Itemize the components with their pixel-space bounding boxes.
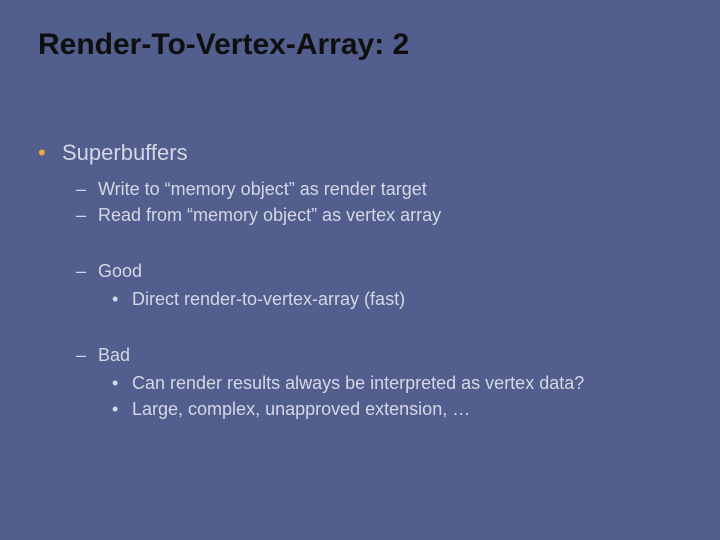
slide-body: • Superbuffers – Write to “memory object… [38, 138, 690, 432]
sub-text: Read from “memory object” as vertex arra… [98, 202, 441, 228]
slide-title: Render-To-Vertex-Array: 2 [38, 28, 409, 62]
dash-icon: – [76, 342, 88, 368]
bullet-superbuffers: • Superbuffers – Write to “memory object… [38, 138, 690, 422]
dot-icon: • [112, 286, 120, 312]
spacer [76, 312, 690, 342]
sub-text: Bad [98, 342, 130, 368]
sub-good: – Good • Direct render-to-vertex-array (… [76, 258, 690, 312]
item-text: Direct render-to-vertex-array (fast) [132, 286, 405, 312]
spacer [76, 228, 690, 258]
sub-bad: – Bad • Can render results always be int… [76, 342, 690, 422]
bullet-text: Superbuffers [62, 138, 188, 168]
sub-read: – Read from “memory object” as vertex ar… [76, 202, 690, 228]
bad-item: • Can render results always be interpret… [112, 370, 690, 396]
sub-text: Write to “memory object” as render targe… [98, 176, 427, 202]
bad-item: • Large, complex, unapproved extension, … [112, 396, 690, 422]
bullet-icon: • [38, 138, 48, 168]
good-item: • Direct render-to-vertex-array (fast) [112, 286, 690, 312]
sub-write: – Write to “memory object” as render tar… [76, 176, 690, 202]
item-text: Large, complex, unapproved extension, … [132, 396, 470, 422]
dot-icon: • [112, 370, 120, 396]
item-text: Can render results always be interpreted… [132, 370, 584, 396]
dot-icon: • [112, 396, 120, 422]
dash-icon: – [76, 202, 88, 228]
dash-icon: – [76, 176, 88, 202]
sub-text: Good [98, 258, 142, 284]
dash-icon: – [76, 258, 88, 284]
slide: Render-To-Vertex-Array: 2 • Superbuffers… [0, 0, 720, 540]
